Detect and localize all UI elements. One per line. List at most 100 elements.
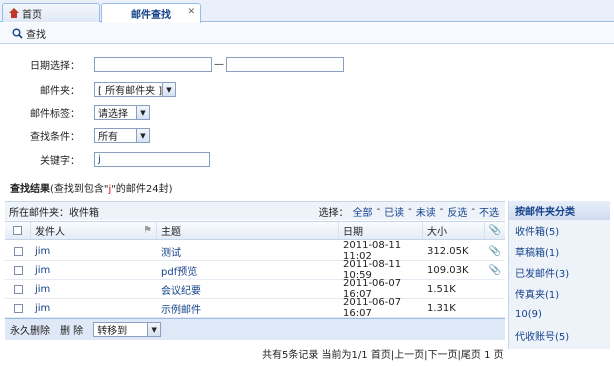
pager[interactable]: 共有5条记录 当前为1/1 首页|上一页|下一页|尾页 1 页 — [262, 346, 504, 361]
tab-mail-search-label: 邮件查找 — [131, 10, 171, 21]
bottom-action-bar: 永久删除 删 除 转移到 ▼ — [5, 318, 505, 340]
paperclip-icon: 📎 — [488, 264, 502, 276]
row-checkbox[interactable] — [13, 265, 23, 275]
row-subject[interactable]: pdf预览 — [157, 261, 339, 279]
tag-select[interactable]: 请选择 ▼ — [94, 105, 150, 120]
folder-category-title: 按邮件夹分类 — [509, 201, 610, 220]
result-desc-suffix: "的邮件24封) — [111, 184, 173, 195]
row-date: 2011-06-07 16:07 — [343, 297, 402, 319]
header-date-label: 日期 — [343, 227, 363, 238]
select-none-link[interactable]: 不选 — [479, 204, 499, 219]
header-date[interactable]: 日期 — [339, 222, 423, 239]
delete-button[interactable]: 删 除 — [60, 322, 83, 337]
date-label: 日期选择： — [30, 61, 80, 72]
date-to-field[interactable] — [226, 57, 344, 72]
header-subject[interactable]: 主题 — [157, 222, 339, 239]
keyword-row: 关键字： j — [0, 152, 210, 167]
keyword-label: 关键字： — [40, 156, 80, 167]
result-title: 查找结果 — [10, 184, 50, 195]
header-size-label: 大小 — [427, 227, 447, 238]
row-size: 312.05K — [427, 245, 469, 257]
date-from-field[interactable] — [94, 57, 212, 72]
row-date: 2011-06-07 16:07 — [343, 278, 402, 300]
tab-home-label: 首页 — [22, 9, 42, 21]
folder-item-fax[interactable]: 传真夹(1) — [509, 283, 610, 304]
search-button[interactable]: 查找 — [12, 26, 46, 41]
result-desc-prefix: (查找到包含" — [50, 184, 109, 195]
table-row[interactable]: jim pdf预览 2011-08-11 10:59 109.03K 📎 — [5, 259, 505, 281]
tag-select-value: 请选择 — [98, 109, 128, 120]
tab-home[interactable]: 首页 — [2, 3, 100, 22]
tag-label: 邮件标签： — [30, 109, 80, 120]
row-subject[interactable]: 测试 — [157, 242, 339, 260]
row-sender: jim — [35, 302, 51, 314]
row-size: 1.51K — [427, 283, 456, 295]
condition-select-value: 所有 — [98, 132, 118, 143]
search-icon — [12, 28, 23, 39]
folder-item-10[interactable]: 10(9) — [509, 304, 610, 325]
search-button-label: 查找 — [26, 29, 46, 41]
toolbar: 查找 — [0, 23, 614, 44]
select-all-link[interactable]: 全部 — [353, 204, 373, 219]
header-sender-label: 发件人 — [35, 227, 65, 238]
condition-select[interactable]: 所有 ▼ — [94, 128, 150, 143]
date-separator: — — [214, 59, 224, 70]
row-sender: jim — [35, 264, 51, 276]
row-checkbox[interactable] — [13, 284, 23, 294]
table-row[interactable]: jim 示例邮件 2011-06-07 16:07 1.31K — [5, 297, 505, 319]
close-icon[interactable]: ✕ — [187, 7, 195, 17]
table-row[interactable]: jim 测试 2011-08-11 11:02 312.05K 📎 — [5, 240, 505, 262]
folder-label: 邮件夹： — [40, 86, 80, 97]
row-subject[interactable]: 示例邮件 — [157, 299, 339, 317]
paperclip-icon: 📎 — [488, 245, 502, 257]
select-label: 选择： — [318, 207, 349, 219]
chevron-down-icon: ▼ — [147, 323, 161, 336]
row-sender: jim — [35, 283, 51, 295]
select-unread-link[interactable]: 未读 — [416, 204, 436, 219]
row-date: 2011-08-11 11:02 — [343, 240, 402, 262]
folder-item-sent[interactable]: 已发邮件(3) — [509, 262, 610, 283]
folder-row: 邮件夹： [ 所有邮件夹 ] ▼ — [0, 82, 176, 97]
condition-row: 查找条件： 所有 ▼ — [0, 128, 150, 143]
chevron-down-icon: ▼ — [136, 129, 149, 142]
grid-header: 发件人 ⚑ 主题 日期 大小 📎 — [5, 221, 505, 240]
row-size: 1.31K — [427, 302, 456, 314]
header-check-cell — [5, 222, 31, 239]
folder-select[interactable]: [ 所有邮件夹 ] ▼ — [94, 82, 176, 97]
chevron-down-icon: ▼ — [162, 83, 175, 96]
tab-mail-search[interactable]: 邮件查找 ✕ — [101, 3, 201, 23]
row-checkbox[interactable] — [13, 246, 23, 256]
header-size[interactable]: 大小 — [423, 222, 485, 239]
select-links: 选择： 全部 - 已读 - 未读 - 反选 - 不选 — [318, 203, 499, 219]
flag-icon: ⚑ — [143, 225, 152, 236]
move-to-select[interactable]: 转移到 ▼ — [93, 322, 162, 337]
result-summary: 查找结果(查找到包含"j"的邮件24封) — [10, 180, 173, 195]
folder-item-drafts[interactable]: 草稿箱(1) — [509, 241, 610, 262]
folder-category-panel: 按邮件夹分类 收件箱(5) 草稿箱(1) 已发邮件(3) 传真夹(1) 10(9… — [508, 201, 610, 349]
tab-bar: 首页 邮件查找 ✕ — [0, 0, 614, 23]
move-to-value: 转移到 — [97, 326, 128, 337]
current-folder: 所在邮件夹：收件箱 — [9, 207, 99, 219]
select-invert-link[interactable]: 反选 — [447, 204, 467, 219]
header-attach: 📎 — [485, 222, 505, 239]
tag-row: 邮件标签： 请选择 ▼ — [0, 105, 150, 120]
select-all-checkbox[interactable] — [13, 226, 22, 235]
folder-select-value: [ 所有邮件夹 ] — [98, 86, 163, 97]
row-checkbox[interactable] — [13, 303, 23, 313]
header-subject-label: 主题 — [161, 227, 181, 238]
row-sender: jim — [35, 245, 51, 257]
folder-item-inbox[interactable]: 收件箱(5) — [509, 220, 610, 241]
delete-forever-button[interactable]: 永久删除 — [10, 322, 50, 337]
row-subject[interactable]: 会议纪要 — [157, 280, 339, 298]
select-read-link[interactable]: 已读 — [384, 204, 404, 219]
table-row[interactable]: jim 会议纪要 2011-06-07 16:07 1.51K — [5, 278, 505, 300]
keyword-input[interactable]: j — [94, 152, 210, 167]
paperclip-icon: 📎 — [488, 225, 502, 236]
home-icon — [9, 8, 19, 18]
header-sender[interactable]: 发件人 ⚑ — [31, 222, 157, 239]
date-row: 日期选择： — — [0, 57, 344, 72]
row-size: 109.03K — [427, 264, 469, 276]
folder-item-proxy-account[interactable]: 代收账号(5) — [509, 325, 610, 346]
condition-label: 查找条件： — [30, 132, 80, 143]
chevron-down-icon: ▼ — [136, 106, 149, 119]
